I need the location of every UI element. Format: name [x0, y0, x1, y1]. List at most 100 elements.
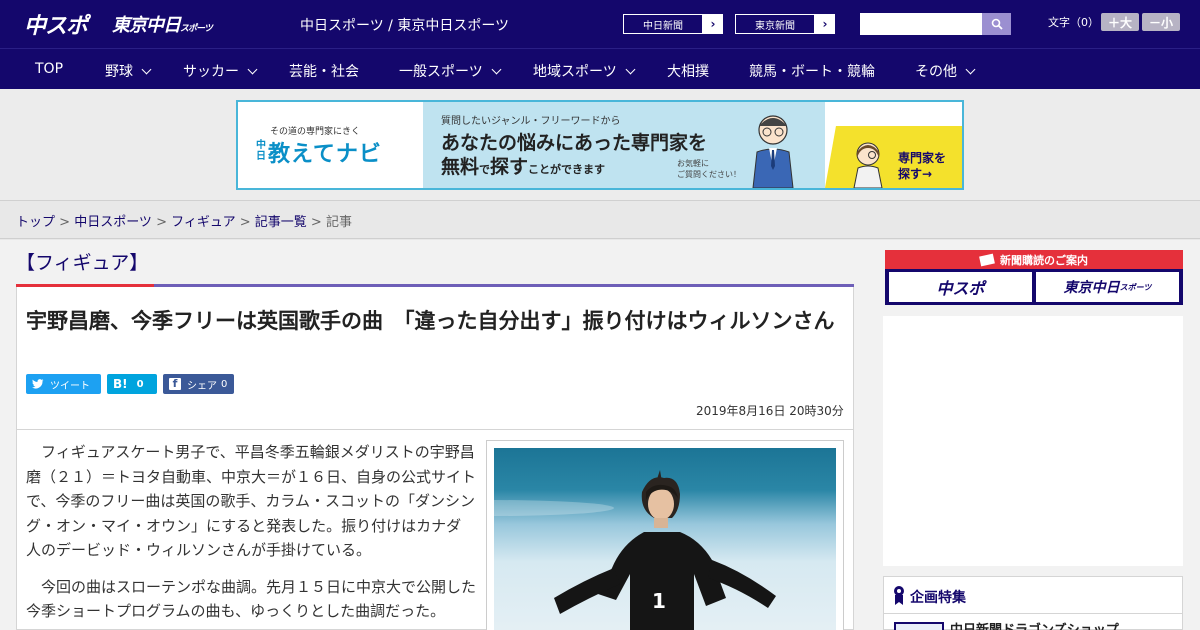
feature-thumbnail[interactable]: [894, 622, 944, 630]
hatena-bookmark-icon: B!: [113, 377, 128, 391]
article-paragraph: フィギュアスケート男子で、平昌冬季五輪銀メダリストの宇野昌磨（２１）＝トヨタ自動…: [26, 443, 477, 559]
chevron-down-icon: [247, 64, 258, 75]
subscribe-chuspo-logo[interactable]: 中スポ: [889, 272, 1032, 302]
article-headline: 宇野昌磨、今季フリーは英国歌手の曲 「違った自分出す」振り付けはウィルソンさん: [26, 309, 835, 333]
award-ribbon-icon: [894, 586, 904, 605]
subscription-title-bar: 新聞購読のご案内: [885, 250, 1183, 269]
nav-item-local-sports[interactable]: 地域スポーツ: [533, 61, 636, 81]
chevron-right-icon: ›: [822, 17, 828, 31]
nav-label: 一般スポーツ: [399, 64, 483, 80]
banner-headline-2: 無料で探すことができます: [441, 152, 605, 179]
banner-cta: 専門家を探す→: [898, 150, 946, 182]
top-header: 中スポ 東京中日スポーツ 中日スポーツ / 東京中日スポーツ 中日新聞 › 東京…: [0, 0, 1200, 48]
tokyo-logo-small: スポーツ: [180, 24, 213, 34]
facebook-share-count: 0: [221, 378, 228, 390]
expert-illustration-icon: [752, 115, 794, 188]
facebook-share-label: シェア: [187, 380, 217, 392]
subscribe-tokyo-text: 東京中日: [1063, 280, 1120, 296]
banner-cta-line1: 専門家を: [898, 151, 947, 165]
chevron-down-icon: [141, 64, 152, 75]
subscription-box[interactable]: 新聞購読のご案内 中スポ 東京中日 スポーツ: [885, 250, 1183, 305]
feature-section: 企画特集 中日新聞ドラゴンズショップ: [883, 576, 1183, 630]
nav-label: 大相撲: [667, 64, 709, 80]
search-icon: [991, 18, 1003, 30]
twitter-bird-icon: [32, 379, 44, 389]
category-heading: 【フィギュア】: [16, 252, 149, 274]
breadcrumb-separator: >: [55, 215, 75, 230]
breadcrumb-current: 記事: [325, 215, 352, 230]
newspaper-icon: [979, 253, 995, 266]
nav-label: その他: [915, 64, 957, 80]
banner-brand: 教えてナビ: [268, 142, 382, 167]
banner-brand-panel: その道の専門家にきく 中日 教えてナビ: [238, 102, 423, 188]
search-input[interactable]: [860, 13, 982, 35]
tweet-button[interactable]: ツイート: [26, 374, 101, 394]
tokyo-chunichi-logo[interactable]: 東京中日スポーツ: [112, 11, 213, 37]
banner-question: 質問したいジャンル・フリーワードから: [441, 116, 621, 127]
search-button[interactable]: [982, 13, 1011, 35]
nav-label: 競馬・ボート・競輪: [749, 64, 875, 80]
tokyo-logo-text: 東京中日: [112, 15, 181, 36]
hatena-bookmark-button[interactable]: B! 0: [107, 374, 157, 394]
breadcrumb-separator: >: [235, 215, 255, 230]
font-bigger-button[interactable]: ＋大: [1101, 13, 1139, 31]
feature-item-dragons-shop[interactable]: 中日新聞ドラゴンズショップ: [950, 619, 1119, 630]
banner-message-panel: 質問したいジャンル・フリーワードから あなたの悩みにあった専門家を 無料で探すこ…: [423, 102, 825, 188]
breadcrumb-figure[interactable]: フィギュア: [171, 215, 235, 230]
banner-de: で: [479, 163, 491, 176]
nav-label: TOP: [35, 61, 64, 77]
article-date: 2019年8月16日 20時30分: [696, 404, 844, 418]
chevron-down-icon: [965, 64, 976, 75]
chevron-down-icon: [491, 64, 502, 75]
jersey-number: 1: [652, 589, 666, 613]
nav-item-racing[interactable]: 競馬・ボート・競輪: [749, 61, 875, 81]
chevron-right-icon: ›: [710, 17, 716, 31]
facebook-share-button[interactable]: f シェア 0: [163, 374, 234, 394]
breadcrumb: トップ > 中日スポーツ > フィギュア > 記事一覧 > 記事: [0, 201, 1200, 239]
banner-area: その道の専門家にきく 中日 教えてナビ 質問したいジャンル・フリーワードから あ…: [0, 89, 1200, 201]
paper-link-label: 東京新聞: [735, 14, 815, 34]
site-name: 中日スポーツ / 東京中日スポーツ: [300, 18, 510, 34]
nav-label: サッカー: [183, 64, 239, 80]
feature-divider: [884, 613, 1182, 614]
article-divider: [16, 429, 854, 430]
breadcrumb-separator: >: [306, 215, 326, 230]
banner-cta-line2: 探す→: [898, 167, 933, 181]
font-smaller-button[interactable]: －小: [1142, 13, 1180, 31]
chunichi-shimbun-link[interactable]: 中日新聞 ›: [622, 13, 724, 35]
sidebar-ad-slot[interactable]: [883, 316, 1183, 566]
nav-item-entertainment[interactable]: 芸能・社会: [289, 61, 359, 81]
subscribe-tokyo-chunichi-logo[interactable]: 東京中日 スポーツ: [1036, 272, 1179, 302]
banner-search: 探す: [490, 156, 529, 178]
subscribe-tokyo-small: スポーツ: [1119, 282, 1152, 292]
feature-title: 企画特集: [910, 590, 966, 606]
nav-item-general-sports[interactable]: 一般スポーツ: [399, 61, 502, 81]
nav-item-sumo[interactable]: 大相撲: [667, 61, 709, 81]
breadcrumb-separator: >: [151, 215, 172, 230]
breadcrumb-article-list[interactable]: 記事一覧: [255, 215, 307, 230]
font-size-label: 文字（0）: [1048, 16, 1099, 29]
lady-illustration-icon: [853, 142, 883, 188]
nav-item-baseball[interactable]: 野球: [105, 61, 152, 81]
hatena-count: 0: [136, 378, 144, 390]
nav-item-soccer[interactable]: サッカー: [183, 61, 258, 81]
main-nav: TOP 野球 サッカー 芸能・社会 一般スポーツ 地域スポーツ 大相撲 競馬・ボ…: [0, 48, 1200, 89]
nav-item-top[interactable]: TOP: [35, 61, 63, 77]
oshiete-navi-banner[interactable]: その道の専門家にきく 中日 教えてナビ 質問したいジャンル・フリーワードから あ…: [236, 100, 964, 190]
chevron-down-icon: [625, 64, 636, 75]
banner-note: お気軽に ご質問ください！: [677, 159, 741, 179]
nav-item-other[interactable]: その他: [915, 61, 976, 81]
breadcrumb-chunichi-sports[interactable]: 中日スポーツ: [74, 215, 152, 230]
chuspo-logo[interactable]: 中スポ: [24, 8, 88, 40]
breadcrumb-trail: トップ > 中日スポーツ > フィギュア > 記事一覧 > 記事: [16, 211, 352, 230]
banner-free: 無料: [441, 156, 480, 178]
nav-label: 野球: [105, 64, 133, 80]
article-body: フィギュアスケート男子で、平昌冬季五輪銀メダリストの宇野昌磨（２１）＝トヨタ自動…: [26, 440, 476, 630]
tokyo-shimbun-link[interactable]: 東京新聞 ›: [734, 13, 836, 35]
breadcrumb-top[interactable]: トップ: [16, 215, 55, 230]
paper-link-label: 中日新聞: [623, 14, 703, 34]
nav-label: 芸能・社会: [289, 64, 359, 80]
article-photo[interactable]: 1: [494, 448, 836, 630]
banner-headline-1: あなたの悩みにあった専門家を: [441, 132, 708, 154]
skater-silhouette: 1: [494, 470, 776, 630]
